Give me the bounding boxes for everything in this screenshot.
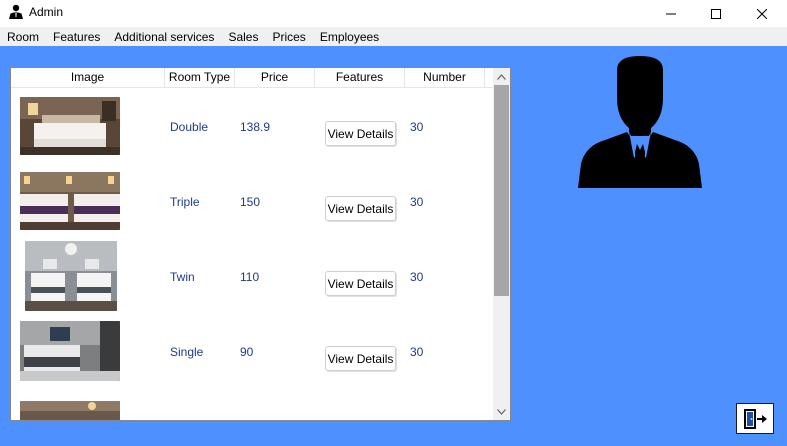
businessman-silhouette-icon [575,56,705,188]
scroll-thumb[interactable] [494,85,509,296]
room-price: 138.9 [240,119,271,134]
column-header-image[interactable]: Image [11,68,165,88]
menu-room[interactable]: Room [0,27,46,46]
table-row[interactable]: Triple 150 View Details 30 [11,164,494,239]
title-bar: Admin [0,0,787,27]
logout-button[interactable] [736,403,774,434]
menu-employees[interactable]: Employees [313,27,386,46]
menu-bar: Room Features Additional services Sales … [0,27,787,46]
exit-door-icon [744,408,767,429]
grid-header: Image Room Type Price Features Number [11,68,494,88]
table-row[interactable]: Twin 110 View Details 30 [11,239,494,314]
column-header-room-type[interactable]: Room Type [165,68,235,88]
room-number: 30 [410,344,424,359]
view-details-button[interactable]: View Details [325,346,396,371]
rooms-grid: Image Room Type Price Features Number Do… [10,67,511,421]
scroll-down-button[interactable] [493,403,510,420]
room-price: 150 [240,194,261,209]
column-header-price[interactable]: Price [235,68,315,88]
room-type: Single [170,344,204,359]
column-header-features[interactable]: Features [315,68,405,88]
view-details-button[interactable]: View Details [325,271,396,296]
menu-sales[interactable]: Sales [221,27,265,46]
room-price: 110 [240,269,260,284]
window-title: Admin [29,5,64,19]
view-details-button[interactable]: View Details [325,196,396,221]
scroll-up-button[interactable] [493,68,510,85]
main-content: Image Room Type Price Features Number Do… [0,46,787,446]
vertical-scrollbar[interactable] [493,68,510,420]
chevron-down-icon [497,408,506,415]
column-header-number[interactable]: Number [405,68,485,88]
close-icon [757,8,767,19]
admin-person-icon [8,4,24,20]
minimize-button[interactable] [648,0,694,27]
room-type: Twin [170,269,195,284]
room-price: 90 [240,344,254,359]
view-details-button[interactable]: View Details [325,121,396,146]
menu-prices[interactable]: Prices [265,27,312,46]
room-photo-partial [20,401,120,420]
maximize-button[interactable] [693,0,739,27]
close-button[interactable] [739,0,785,27]
room-photo-single [20,321,120,381]
table-row[interactable]: Single 90 View Details 30 [11,314,494,389]
room-type: Double [170,119,209,134]
maximize-icon [711,8,721,19]
room-number: 30 [410,194,424,209]
room-photo-double [20,97,120,155]
room-number: 30 [410,269,424,284]
minimize-icon [666,13,676,14]
table-row[interactable] [11,389,494,420]
room-photo-triple [20,172,120,230]
menu-features[interactable]: Features [46,27,107,46]
room-photo-twin [25,241,117,311]
chevron-up-icon [497,73,506,80]
room-type: Triple [170,194,200,209]
table-row[interactable]: Double 138.9 View Details 30 [11,89,494,164]
menu-additional-services[interactable]: Additional services [107,27,221,46]
room-number: 30 [410,119,424,134]
